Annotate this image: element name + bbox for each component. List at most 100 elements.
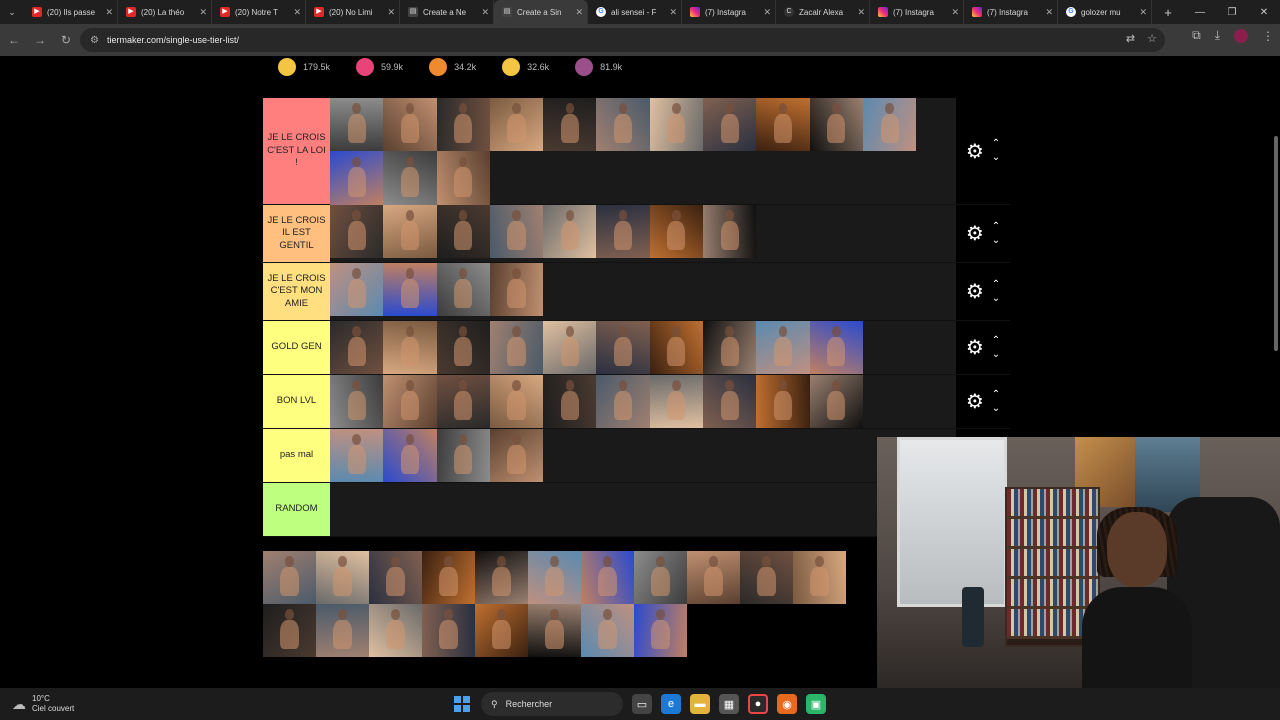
tier-item-image[interactable] [489, 98, 544, 152]
chrome-icon[interactable]: ● [748, 694, 768, 714]
tier-item-image[interactable] [740, 551, 793, 604]
tier-item-image[interactable] [369, 604, 422, 657]
tier-item-image[interactable] [634, 604, 687, 657]
tier-label[interactable]: JE LE CROIS IL EST GENTIL [263, 205, 330, 262]
tier-item-image[interactable] [703, 321, 757, 375]
url-input[interactable]: ⚙ tiermaker.com/single-use-tier-list/ ⇄ … [80, 28, 1165, 52]
close-tab-icon[interactable]: ✕ [951, 7, 959, 18]
tier-item-image[interactable] [475, 551, 528, 604]
app-icon[interactable]: ▣ [806, 694, 826, 714]
forward-icon[interactable]: → [28, 28, 52, 52]
tier-items-area[interactable] [330, 205, 956, 262]
tier-item-image[interactable] [330, 321, 384, 375]
move-up-icon[interactable]: ⌃ [992, 388, 1000, 402]
tier-item-image[interactable] [489, 375, 544, 429]
tier-items-area[interactable] [330, 321, 956, 375]
tier-item-image[interactable] [436, 205, 490, 259]
tier-item-image[interactable] [756, 375, 810, 429]
tier-item-image[interactable] [436, 98, 490, 152]
start-button[interactable] [452, 694, 472, 714]
tier-item-image[interactable] [330, 98, 384, 152]
tier-item-image[interactable] [596, 375, 650, 429]
tier-item-image[interactable] [489, 429, 544, 483]
tier-item-image[interactable] [649, 375, 704, 429]
tier-item-image[interactable] [489, 321, 544, 375]
browser-tab[interactable]: ▶ (20) La théo ✕ [118, 0, 212, 24]
reaction-item[interactable]: 34.2k [429, 58, 476, 76]
tier-item-image[interactable] [316, 551, 369, 604]
close-tab-icon[interactable]: ✕ [105, 7, 113, 18]
tier-item-image[interactable] [383, 429, 437, 483]
reaction-item[interactable]: 81.9k [575, 58, 622, 76]
tier-items-area[interactable] [330, 98, 956, 205]
browser-tab[interactable]: ▶ (20) No Limi ✕ [306, 0, 400, 24]
tier-item-image[interactable] [436, 263, 490, 317]
settings-gear-icon[interactable]: ⚙ [966, 221, 984, 246]
tier-item-image[interactable] [383, 375, 437, 429]
close-tab-icon[interactable]: ✕ [293, 7, 301, 18]
tier-item-image[interactable] [596, 205, 650, 259]
weather-widget[interactable]: ☁ 10°C Ciel couvert [12, 694, 74, 714]
tier-item-image[interactable] [703, 205, 757, 259]
browser-tab[interactable]: Gali sensei - F ✕ [588, 0, 682, 24]
close-tab-icon[interactable]: ✕ [575, 7, 583, 18]
tier-item-image[interactable] [436, 375, 490, 429]
tier-item-image[interactable] [383, 205, 437, 259]
close-tab-icon[interactable]: ✕ [857, 7, 865, 18]
tier-item-image[interactable] [581, 551, 634, 604]
tier-label[interactable]: GOLD GEN [263, 321, 330, 374]
reaction-item[interactable]: 32.6k [502, 58, 549, 76]
move-up-icon[interactable]: ⌃ [992, 137, 1000, 151]
move-up-icon[interactable]: ⌃ [992, 278, 1000, 292]
settings-gear-icon[interactable]: ⚙ [966, 279, 984, 304]
tier-label[interactable]: RANDOM [263, 483, 330, 536]
task-view-icon[interactable]: ▭ [632, 694, 652, 714]
tier-item-image[interactable] [528, 604, 581, 657]
tier-label[interactable]: JE LE CROIS C'EST MON AMIE [263, 263, 330, 320]
tier-item-image[interactable] [809, 321, 863, 375]
tier-item-image[interactable] [436, 151, 490, 205]
tier-item-image[interactable] [330, 151, 384, 205]
tier-item-image[interactable] [369, 551, 422, 604]
move-down-icon[interactable]: ⌄ [992, 292, 1000, 306]
tab-search-icon[interactable]: ⌄ [0, 0, 24, 24]
tier-label[interactable]: JE LE CROIS C'EST LA LOI ! [263, 98, 330, 204]
tier-item-image[interactable] [543, 375, 597, 429]
tier-item-image[interactable] [756, 321, 810, 375]
tier-item-image[interactable] [649, 98, 704, 152]
close-tab-icon[interactable]: ✕ [481, 7, 489, 18]
close-tab-icon[interactable]: ✕ [763, 7, 771, 18]
tier-item-image[interactable] [330, 429, 384, 483]
close-tab-icon[interactable]: ✕ [199, 7, 207, 18]
tier-item-image[interactable] [793, 551, 846, 604]
more-menu-icon[interactable]: ⋮ [1262, 29, 1274, 43]
close-tab-icon[interactable]: ✕ [669, 7, 677, 18]
tier-item-image[interactable] [687, 551, 740, 604]
taskbar-search[interactable]: ⚲ Rechercher [481, 692, 623, 716]
tier-item-image[interactable] [316, 604, 369, 657]
file-explorer-icon[interactable]: ▬ [690, 694, 710, 714]
tier-items-area[interactable] [330, 375, 956, 429]
profile-avatar[interactable] [1234, 28, 1248, 43]
tier-item-image[interactable] [436, 429, 490, 483]
tier-item-image[interactable] [543, 98, 597, 152]
page-scrollbar[interactable] [1274, 136, 1278, 351]
settings-gear-icon[interactable]: ⚙ [966, 139, 984, 164]
tier-item-image[interactable] [383, 151, 437, 205]
tier-item-image[interactable] [263, 604, 316, 657]
browser-tab[interactable]: ▤ Create a Ne ✕ [400, 0, 494, 24]
reaction-item[interactable]: 59.9k [356, 58, 403, 76]
close-window-icon[interactable]: ✕ [1248, 0, 1280, 24]
download-icon[interactable]: ⤓ [1215, 28, 1220, 43]
tier-item-image[interactable] [489, 263, 544, 317]
tier-item-image[interactable] [330, 205, 384, 259]
settings-gear-icon[interactable]: ⚙ [966, 389, 984, 414]
minimize-icon[interactable]: — [1184, 0, 1216, 24]
close-tab-icon[interactable]: ✕ [1139, 7, 1147, 18]
move-down-icon[interactable]: ⌄ [992, 348, 1000, 362]
tier-item-image[interactable] [330, 263, 384, 317]
bookmark-star-icon[interactable]: ☆ [1147, 32, 1157, 45]
tier-item-image[interactable] [634, 551, 687, 604]
back-icon[interactable]: ← [2, 28, 26, 52]
tier-items-area[interactable] [330, 429, 956, 483]
